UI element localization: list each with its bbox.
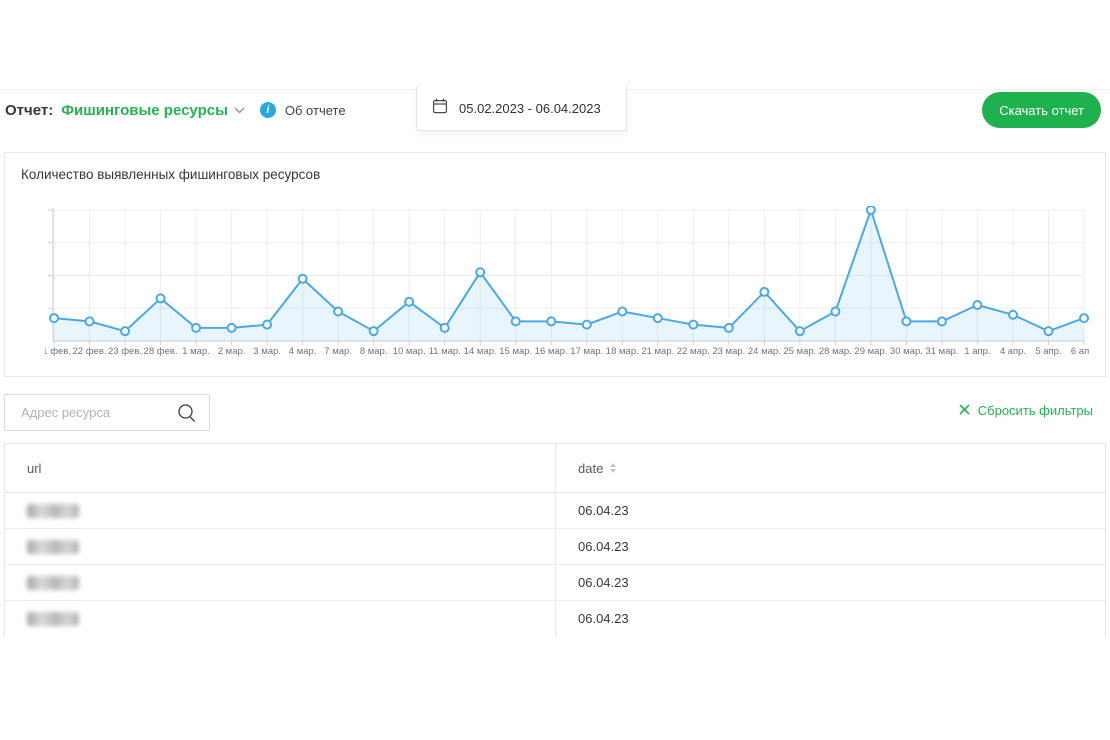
svg-text:22 мар.: 22 мар. xyxy=(677,346,710,357)
column-header-url: url xyxy=(5,444,556,492)
close-icon xyxy=(959,403,970,418)
svg-text:24 мар.: 24 мар. xyxy=(748,346,781,357)
table-header: url date xyxy=(5,444,1105,493)
calendar-icon xyxy=(432,98,448,119)
table-body: 06.04.2306.04.2306.04.2306.04.23 xyxy=(5,493,1105,636)
phishing-line-chart: 21 фев.22 фев.23 фев.28 фев. 1 мар. 2 мар.… xyxy=(45,206,1089,366)
resource-search-box xyxy=(4,394,210,431)
svg-text:10 мар.: 10 мар. xyxy=(393,346,426,357)
column-header-date-label: date xyxy=(578,461,603,476)
svg-text:3 мар.: 3 мар. xyxy=(253,346,281,357)
svg-text:25 мар.: 25 мар. xyxy=(783,346,816,357)
table-row: 06.04.23 xyxy=(5,529,1105,565)
svg-text:21 мар.: 21 мар. xyxy=(641,346,674,357)
svg-text:5 апр.: 5 апр. xyxy=(1035,346,1061,357)
svg-text:21 фев.: 21 фев. xyxy=(45,346,71,357)
svg-text:16 мар.: 16 мар. xyxy=(535,346,568,357)
date-range-picker[interactable]: 05.02.2023 - 06.04.2023 xyxy=(416,86,627,131)
column-header-date[interactable]: date xyxy=(556,444,1105,492)
svg-text:6 апр.: 6 апр. xyxy=(1071,346,1089,357)
table-row: 06.04.23 xyxy=(5,601,1105,636)
table-row: 06.04.23 xyxy=(5,493,1105,529)
svg-text:2 мар.: 2 мар. xyxy=(218,346,246,357)
about-report-label: Об отчете xyxy=(285,103,346,118)
svg-text:4 апр.: 4 апр. xyxy=(1000,346,1026,357)
url-cell[interactable] xyxy=(5,529,556,564)
svg-text:31 мар.: 31 мар. xyxy=(925,346,958,357)
report-selector-group: Отчет: Фишинговые ресурсы i Об отчете xyxy=(5,88,346,132)
chart-area: 21 фев.22 фев.23 фев.28 фев. 1 мар. 2 мар.… xyxy=(45,206,1089,366)
date-range-value: 05.02.2023 - 06.04.2023 xyxy=(459,101,601,116)
table-row: 06.04.23 xyxy=(5,565,1105,601)
url-cell[interactable] xyxy=(5,565,556,600)
date-cell: 06.04.23 xyxy=(556,493,1105,528)
results-table: url date 06.04.2306.04.2306.04.2306.04.2… xyxy=(4,443,1106,636)
svg-text:28 фев.: 28 фев. xyxy=(144,346,178,357)
search-icon[interactable] xyxy=(176,402,198,429)
svg-text:15 мар.: 15 мар. xyxy=(499,346,532,357)
svg-text:23 фев.: 23 фев. xyxy=(108,346,142,357)
redacted-url-blob xyxy=(27,612,79,626)
svg-text:23 мар.: 23 мар. xyxy=(712,346,745,357)
chart-title: Количество выявленных фишинговых ресурсо… xyxy=(21,167,320,182)
redacted-url-blob xyxy=(27,540,79,554)
svg-text:18 мар.: 18 мар. xyxy=(606,346,639,357)
sort-icon xyxy=(610,463,616,473)
redacted-url-blob xyxy=(27,504,79,518)
svg-text:1 мар.: 1 мар. xyxy=(182,346,210,357)
svg-text:8 мар.: 8 мар. xyxy=(360,346,388,357)
url-cell[interactable] xyxy=(5,493,556,528)
svg-text:11 мар.: 11 мар. xyxy=(429,346,461,357)
svg-text:28 мар.: 28 мар. xyxy=(819,346,852,357)
reset-filters-link[interactable]: Сбросить фильтры xyxy=(959,403,1093,418)
reset-filters-label: Сбросить фильтры xyxy=(978,403,1093,418)
info-icon: i xyxy=(260,102,276,118)
svg-text:4 мар.: 4 мар. xyxy=(289,346,317,357)
svg-text:22 фев.: 22 фев. xyxy=(73,346,107,357)
chart-card: Количество выявленных фишинговых ресурсо… xyxy=(4,152,1106,377)
date-cell: 06.04.23 xyxy=(556,601,1105,636)
chevron-down-icon xyxy=(234,101,245,119)
report-label: Отчет: xyxy=(5,102,53,119)
report-type-value: Фишинговые ресурсы xyxy=(61,102,228,119)
svg-text:14 мар.: 14 мар. xyxy=(464,346,497,357)
redacted-url-blob xyxy=(27,576,79,590)
svg-text:1 апр.: 1 апр. xyxy=(964,346,990,357)
svg-text:17 мар.: 17 мар. xyxy=(570,346,603,357)
svg-text:29 мар.: 29 мар. xyxy=(854,346,887,357)
report-type-dropdown[interactable]: Фишинговые ресурсы xyxy=(61,101,245,119)
date-cell: 06.04.23 xyxy=(556,565,1105,600)
about-report-link[interactable]: i Об отчете xyxy=(260,102,346,118)
download-report-button[interactable]: Скачать отчет xyxy=(982,92,1101,128)
report-toolbar: Отчет: Фишинговые ресурсы i Об отчете xyxy=(0,88,1110,132)
phishing-report-page: Отчет: Фишинговые ресурсы i Об отчете xyxy=(0,0,1110,740)
svg-text:7 мар.: 7 мар. xyxy=(324,346,352,357)
date-cell: 06.04.23 xyxy=(556,529,1105,564)
url-cell[interactable] xyxy=(5,601,556,636)
svg-text:30 мар.: 30 мар. xyxy=(890,346,923,357)
